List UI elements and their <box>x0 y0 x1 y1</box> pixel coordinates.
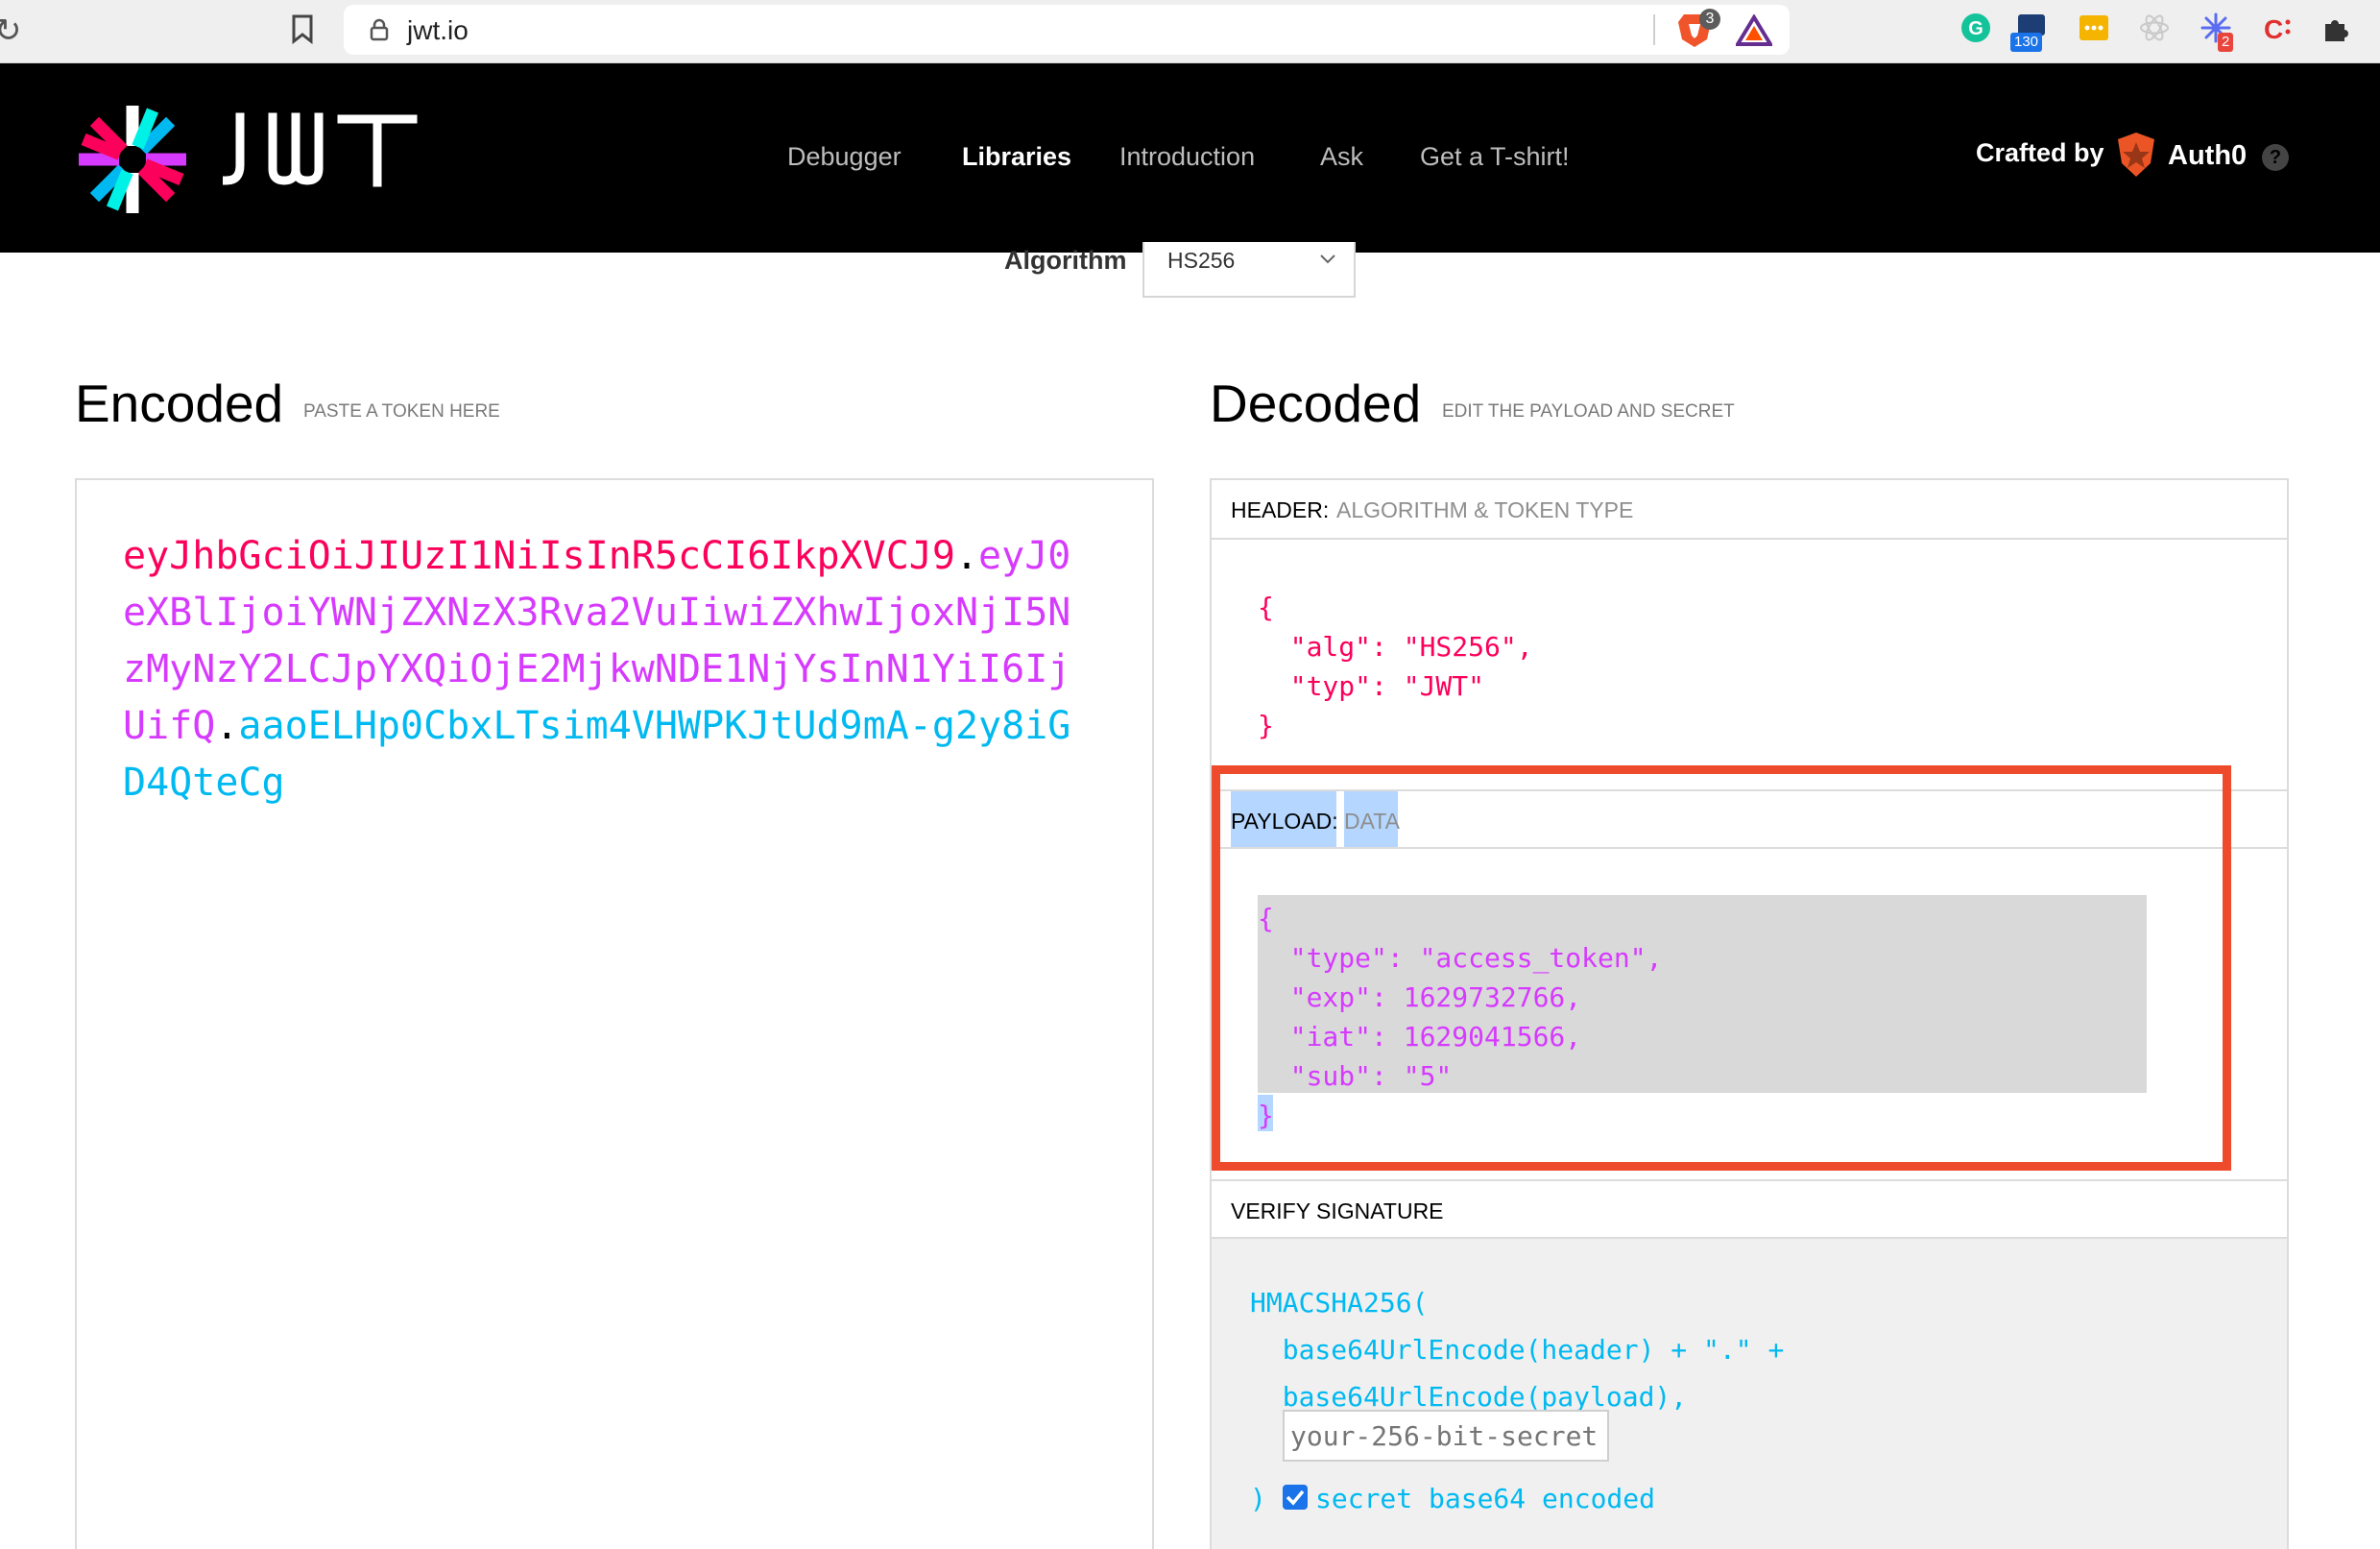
verify-line-header: base64UrlEncode(header) + "." + <box>1250 1334 1785 1366</box>
nav-introduction[interactable]: Introduction <box>1119 142 1255 172</box>
checkmark-icon <box>1286 1489 1305 1506</box>
decoded-panel: HEADER: ALGORITHM & TOKEN TYPE { "alg": … <box>1210 478 2289 1549</box>
header-label: HEADER: <box>1231 497 1330 522</box>
decoded-title: Decoded <box>1210 374 1422 433</box>
nav-get-tshirt[interactable]: Get a T-shirt! <box>1420 142 1570 172</box>
encoded-token-panel[interactable]: eyJhbGciOiJIUzI1NiIsInR5cCI6IkpXVCJ9.eyJ… <box>75 478 1154 1549</box>
payload-json-type: "type": "access_token", <box>1258 942 1663 974</box>
bookmark-icon[interactable] <box>290 13 315 44</box>
verify-code: HMACSHA256( base64UrlEncode(header) + ".… <box>1250 1279 1784 1420</box>
verify-close-paren: ) <box>1250 1483 1266 1514</box>
algorithm-label: Algorithm <box>1004 246 1127 275</box>
payload-json-close: } <box>1258 1100 1274 1131</box>
brave-rewards-icon[interactable] <box>1736 14 1772 47</box>
auth0-logo-icon[interactable] <box>2114 131 2158 179</box>
token-signature-part: aaoELHp0CbxLTsim4VHWPKJtUd9mA-g2y8iGD4Qt… <box>123 704 1071 805</box>
header-json-close: } <box>1258 710 1274 741</box>
payload-json-sub: "sub": "5" <box>1258 1060 1453 1092</box>
secret-input[interactable] <box>1283 1410 1609 1462</box>
svg-text:C: C <box>2264 14 2283 44</box>
payload-json-editor[interactable]: { "type": "access_token", "exp": 1629732… <box>1258 899 1662 1135</box>
address-bar[interactable]: jwt.io 3 <box>344 5 1790 55</box>
decoded-subtitle: EDIT THE PAYLOAD AND SECRET <box>1442 401 1735 422</box>
token-dot: . <box>954 534 979 578</box>
auth0-link[interactable]: Auth0 <box>2168 140 2247 172</box>
payload-json-open: { <box>1258 903 1274 934</box>
encoded-subtitle: PASTE A TOKEN HERE <box>303 401 500 422</box>
react-devtools-icon[interactable] <box>2137 11 2172 45</box>
verify-label: VERIFY SIGNATURE <box>1231 1198 1444 1223</box>
verify-section-title: VERIFY SIGNATURE <box>1212 1179 2287 1239</box>
sparkle-extension-badge: 2 <box>2218 33 2234 52</box>
jwt-wordmark[interactable] <box>223 111 421 188</box>
nav-ask[interactable]: Ask <box>1320 142 1363 172</box>
site-header: Debugger Libraries Introduction Ask Get … <box>0 63 2380 253</box>
base64-checkbox[interactable] <box>1283 1485 1308 1510</box>
encoded-token-text[interactable]: eyJhbGciOiJIUzI1NiIsInR5cCI6IkpXVCJ9.eyJ… <box>123 528 1083 811</box>
brave-shields-badge: 3 <box>1699 9 1720 30</box>
header-sublabel: ALGORITHM & TOKEN TYPE <box>1336 497 1634 522</box>
algorithm-select[interactable]: HS256 <box>1142 242 1356 298</box>
header-json-typ: "typ": "JWT" <box>1258 670 1485 702</box>
url-text[interactable]: jwt.io <box>407 15 469 46</box>
encoded-title: Encoded <box>75 374 284 433</box>
chevron-down-icon <box>1320 254 1335 264</box>
reload-icon[interactable]: ↻ <box>0 12 22 50</box>
payload-sublabel: DATA <box>1344 809 1400 834</box>
base64-checkbox-label[interactable]: secret base64 encoded <box>1315 1479 1655 1518</box>
verify-signature-body: HMACSHA256( base64UrlEncode(header) + ".… <box>1212 1239 2287 1549</box>
payload-section-title: PAYLOAD: DATA <box>1212 789 2287 849</box>
tab-counter-badge: 130 <box>2010 33 2043 52</box>
header-json-editor[interactable]: { "alg": "HS256", "typ": "JWT"} <box>1258 588 1533 745</box>
nav-debugger[interactable]: Debugger <box>787 142 902 172</box>
payload-json-exp: "exp": 1629732766, <box>1258 981 1582 1013</box>
coupon-extension-icon[interactable]: C <box>2260 11 2295 45</box>
payload-json-iat: "iat": 1629041566, <box>1258 1021 1582 1053</box>
jwt-logo-icon[interactable] <box>75 102 190 217</box>
header-json-alg: "alg": "HS256", <box>1258 631 1533 663</box>
token-dot: . <box>215 704 239 748</box>
verify-fn: HMACSHA256( <box>1250 1287 1429 1319</box>
nav-libraries[interactable]: Libraries <box>962 142 1071 172</box>
grammarly-icon[interactable]: G <box>1959 11 1993 45</box>
browser-toolbar: ↻ jwt.io 3 G 130 2 C <box>0 0 2380 63</box>
help-icon[interactable]: ? <box>2262 144 2289 171</box>
algorithm-value: HS256 <box>1167 248 1236 273</box>
token-header-part: eyJhbGciOiJIUzI1NiIsInR5cCI6IkpXVCJ9 <box>123 534 955 578</box>
lock-icon[interactable] <box>369 18 390 41</box>
header-section-title: HEADER: ALGORITHM & TOKEN TYPE <box>1212 480 2287 540</box>
notes-extension-icon[interactable] <box>2077 11 2111 45</box>
payload-label: PAYLOAD: <box>1231 809 1338 834</box>
extensions-puzzle-icon[interactable] <box>2320 11 2354 45</box>
header-json-open: { <box>1258 592 1274 623</box>
crafted-by-label: Crafted by <box>1976 138 2104 167</box>
url-separator <box>1653 14 1655 45</box>
svg-text:G: G <box>1968 18 1983 39</box>
